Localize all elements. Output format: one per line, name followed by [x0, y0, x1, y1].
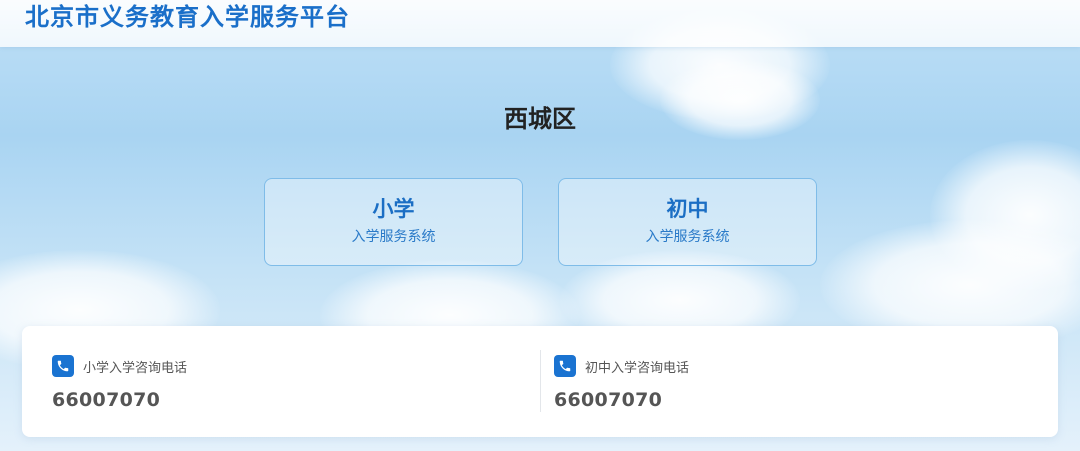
- contact-label: 小学入学咨询电话: [83, 360, 188, 376]
- phone-icon: [52, 355, 74, 377]
- card-subtitle: 入学服务系统: [351, 229, 436, 245]
- primary-school-card[interactable]: 小学 入学服务系统: [264, 178, 523, 266]
- site-title[interactable]: 北京市义务教育入学服务平台: [25, 2, 350, 32]
- contact-label-row: 初中入学咨询电话: [554, 354, 689, 378]
- card-title: 小学: [372, 197, 415, 221]
- contact-label: 初中入学咨询电话: [585, 360, 690, 376]
- phone-icon: [554, 355, 576, 377]
- middle-contact: 初中入学咨询电话 66007070: [554, 354, 689, 412]
- contact-panel: 小学入学咨询电话 66007070 初中入学咨询电话 66007070: [22, 326, 1058, 437]
- contact-label-row: 小学入学咨询电话: [52, 354, 187, 378]
- page: 北京市义务教育入学服务平台 西城区 小学 入学服务系统 初中 入学服务系统 小学…: [0, 0, 1080, 451]
- card-subtitle: 入学服务系统: [645, 229, 730, 245]
- cloud-decoration: [930, 140, 1080, 290]
- contact-number: 66007070: [554, 389, 663, 411]
- contact-number: 66007070: [52, 389, 161, 411]
- middle-school-card[interactable]: 初中 入学服务系统: [558, 178, 817, 266]
- card-title: 初中: [666, 197, 709, 221]
- site-header: 北京市义务教育入学服务平台: [0, 0, 1080, 47]
- primary-contact: 小学入学咨询电话 66007070: [52, 354, 187, 412]
- district-title: 西城区: [504, 105, 576, 133]
- divider: [540, 350, 541, 412]
